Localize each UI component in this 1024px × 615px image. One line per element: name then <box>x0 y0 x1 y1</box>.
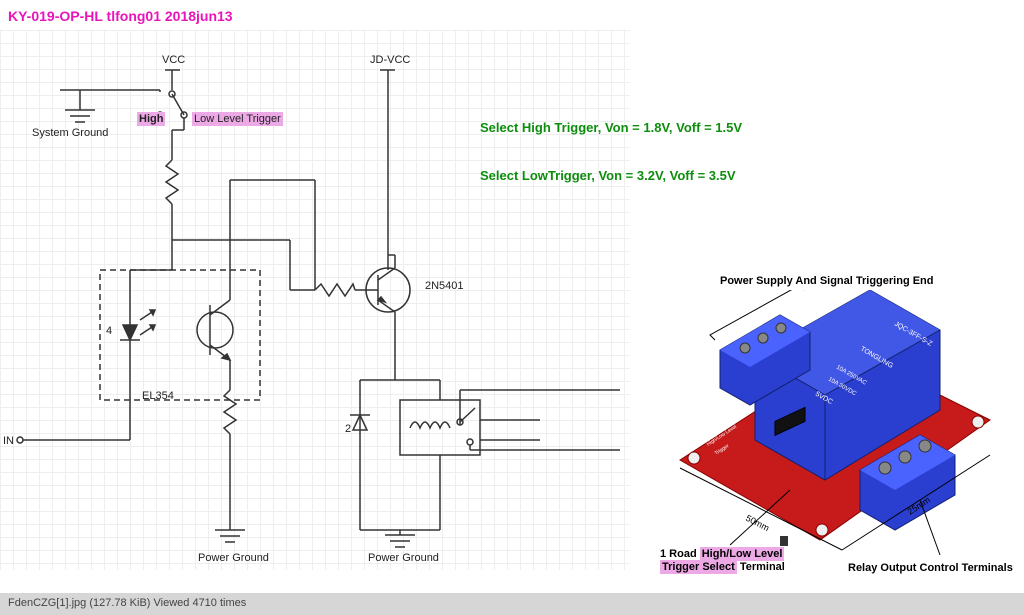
trigger-select-line1: 1 Road <box>660 548 700 560</box>
high-label: High <box>137 112 165 126</box>
trigger-select-line2-hl: Trigger Select <box>660 560 737 574</box>
trigger-select-label: 1 Road High/Low Level Trigger Select Ter… <box>660 548 785 574</box>
power-supply-label: Power Supply And Signal Triggering End <box>720 275 934 288</box>
low-trigger-label: Low Level Trigger <box>192 112 283 126</box>
jdvcc-label: JD-VCC <box>370 54 410 66</box>
power-ground-1-label: Power Ground <box>198 552 269 564</box>
trigger-select-hl: High/Low Level <box>700 547 785 561</box>
low-trigger-spec: Select LowTrigger, Von = 3.2V, Voff = 3.… <box>480 168 736 183</box>
high-trigger-spec: Select High Trigger, Von = 1.8V, Voff = … <box>480 120 742 135</box>
diode-pin2-label: 2 <box>345 423 351 435</box>
footer-bar: FdenCZG[1].jpg (127.78 KiB) Viewed 4710 … <box>0 593 1024 615</box>
opto-part-label: EL354 <box>142 390 174 402</box>
relay-module-illustration: TONGLING 10A 250VAC 10A 30VDC 5VDC JQC-3… <box>660 290 1000 570</box>
dim-50mm: 50mm <box>744 513 771 533</box>
system-ground-label: System Ground <box>32 127 108 139</box>
in-label: IN <box>3 435 14 447</box>
schematic-grid: VCC JD-VCC System Ground IN EL354 4 2N54… <box>0 30 630 570</box>
footer-text: FdenCZG[1].jpg (127.78 KiB) Viewed 4710 … <box>8 597 246 609</box>
schematic-svg <box>0 30 630 570</box>
transistor-label: 2N5401 <box>425 280 464 292</box>
vcc-label: VCC <box>162 54 185 66</box>
power-ground-2-label: Power Ground <box>368 552 439 564</box>
opto-pin4-label: 4 <box>106 325 112 337</box>
trigger-select-line2: Terminal <box>737 561 785 573</box>
relay-module-svg: TONGLING 10A 250VAC 10A 30VDC 5VDC JQC-3… <box>660 290 1000 570</box>
page-title: KY-019-OP-HL tlfong01 2018jun13 <box>8 8 233 24</box>
relay-output-label: Relay Output Control Terminals <box>848 562 1013 575</box>
